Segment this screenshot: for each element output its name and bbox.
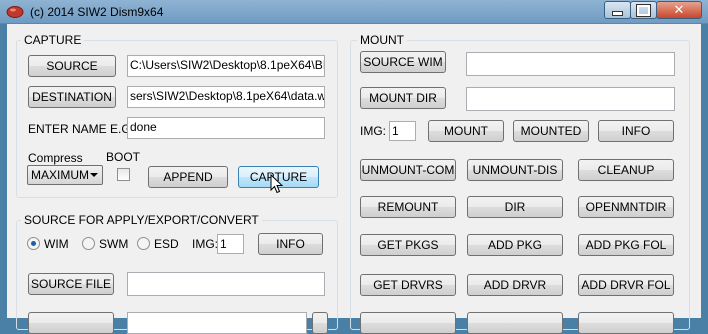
partial-small-button[interactable] bbox=[312, 312, 328, 334]
close-icon: ✕ bbox=[673, 2, 685, 18]
capture-group-label: CAPTURE bbox=[21, 33, 85, 47]
mount-dir-field[interactable] bbox=[466, 87, 675, 111]
partial-mount-button-3[interactable] bbox=[578, 312, 674, 334]
add-drvr-button[interactable]: ADD DRVR bbox=[467, 274, 563, 296]
get-drvrs-button[interactable]: GET DRVRS bbox=[360, 274, 456, 296]
radio-esd-label: ESD bbox=[154, 237, 179, 251]
source-apply-group-label: SOURCE FOR APPLY/EXPORT/CONVERT bbox=[21, 213, 262, 227]
boot-checkbox[interactable] bbox=[117, 168, 130, 181]
unmount-dis-button[interactable]: UNMOUNT-DIS bbox=[467, 159, 563, 181]
name-field[interactable]: done bbox=[127, 117, 325, 139]
partial-mount-button-2[interactable] bbox=[467, 312, 563, 334]
mount-img-label: IMG: bbox=[360, 124, 386, 138]
add-drvr-fol-button[interactable]: ADD DRVR FOL bbox=[578, 274, 674, 296]
name-label: ENTER NAME E.G.: bbox=[28, 122, 138, 136]
close-button[interactable]: ✕ bbox=[656, 1, 702, 19]
radio-wim-label: WIM bbox=[44, 237, 69, 251]
mount-button[interactable]: MOUNT bbox=[428, 120, 504, 142]
window-title: (c) 2014 SIW2 Dism9x64 bbox=[30, 5, 164, 19]
remount-button[interactable]: REMOUNT bbox=[360, 196, 456, 218]
source-wim-field[interactable] bbox=[466, 52, 675, 76]
add-pkg-button[interactable]: ADD PKG bbox=[467, 234, 563, 256]
source-file-field[interactable] bbox=[127, 272, 325, 296]
chevron-down-icon bbox=[90, 173, 98, 177]
add-pkg-fol-button[interactable]: ADD PKG FOL bbox=[578, 234, 674, 256]
radio-esd[interactable] bbox=[137, 237, 150, 250]
maximize-button[interactable] bbox=[630, 1, 657, 19]
mount-group-label: MOUNT bbox=[357, 33, 407, 47]
maximize-icon bbox=[636, 3, 651, 17]
minimize-icon bbox=[612, 11, 623, 16]
compress-value: MAXIMUM bbox=[31, 168, 89, 182]
img-field[interactable]: 1 bbox=[217, 234, 244, 254]
source-button[interactable]: SOURCE bbox=[28, 55, 116, 77]
minimize-button[interactable] bbox=[604, 1, 631, 19]
title-bar: (c) 2014 SIW2 Dism9x64 ✕ bbox=[0, 0, 708, 24]
mount-dir-button[interactable]: MOUNT DIR bbox=[360, 87, 446, 109]
mouse-cursor-icon bbox=[270, 173, 284, 194]
partial-mount-button-1[interactable] bbox=[360, 312, 456, 334]
source-path-field[interactable]: C:\Users\SIW2\Desktop\8.1peX64\BIN bbox=[127, 55, 325, 77]
source-wim-button[interactable]: SOURCE WIM bbox=[360, 51, 446, 73]
compress-select[interactable]: MAXIMUM bbox=[27, 165, 103, 185]
source-file-button[interactable]: SOURCE FILE bbox=[28, 273, 114, 295]
append-button[interactable]: APPEND bbox=[148, 166, 228, 188]
mount-img-field[interactable]: 1 bbox=[389, 121, 416, 141]
destination-button[interactable]: DESTINATION bbox=[28, 86, 116, 108]
dir-button[interactable]: DIR bbox=[467, 196, 563, 218]
mounted-button[interactable]: MOUNTED bbox=[513, 120, 589, 142]
cleanup-button[interactable]: CLEANUP bbox=[578, 159, 674, 181]
openmntdir-button[interactable]: OPENMNTDIR bbox=[578, 196, 674, 218]
partial-button[interactable] bbox=[28, 312, 114, 334]
unmount-com-button[interactable]: UNMOUNT-COM bbox=[360, 159, 456, 181]
get-pkgs-button[interactable]: GET PKGS bbox=[360, 234, 456, 256]
partial-field[interactable] bbox=[127, 312, 307, 334]
radio-swm[interactable] bbox=[82, 237, 95, 250]
radio-wim[interactable] bbox=[27, 237, 40, 250]
radio-swm-label: SWM bbox=[99, 237, 129, 251]
boot-label: BOOT bbox=[106, 150, 141, 164]
mount-info-button[interactable]: INFO bbox=[598, 120, 674, 142]
img-label: IMG: bbox=[192, 237, 218, 251]
app-icon bbox=[6, 4, 24, 18]
apply-info-button[interactable]: INFO bbox=[258, 233, 323, 255]
compress-label: Compress bbox=[28, 151, 83, 165]
destination-path-field[interactable]: sers\SIW2\Desktop\8.1peX64\data.wim bbox=[127, 86, 325, 108]
